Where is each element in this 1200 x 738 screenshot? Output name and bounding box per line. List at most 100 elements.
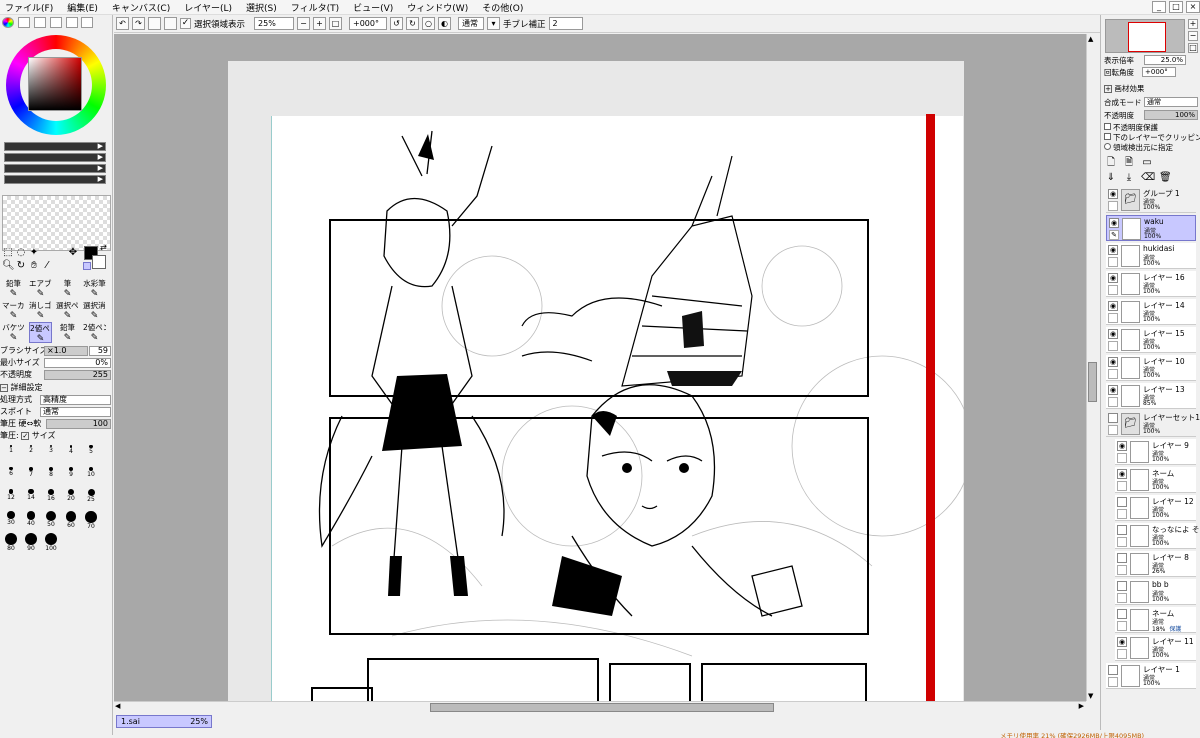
layer-lock-box[interactable]: [1108, 369, 1118, 379]
layer-option-row[interactable]: 下のレイヤーでクリッピング: [1104, 133, 1200, 143]
rotation-field[interactable]: +000°: [349, 17, 388, 30]
visibility-eye-icon[interactable]: ◉: [1117, 469, 1127, 479]
layer-row[interactable]: ◉ レイヤー 15 通常 100%: [1106, 327, 1196, 353]
layer-lock-box[interactable]: [1108, 341, 1118, 351]
layer-row[interactable]: ◉ レイヤー 10 通常 100%: [1106, 355, 1196, 381]
delete-layer-icon[interactable]: 🗑︎: [1159, 172, 1172, 184]
brush-size-preset[interactable]: 14: [22, 489, 40, 504]
brush-size-preset[interactable]: 12: [2, 489, 20, 504]
brush-active-icon[interactable]: ✎: [1109, 230, 1119, 240]
visibility-eye-icon[interactable]: [1108, 665, 1118, 675]
dropdown-icon[interactable]: ▾: [487, 17, 501, 30]
brush-size-preset[interactable]: 5: [82, 445, 100, 460]
deselect-icon[interactable]: [148, 17, 161, 30]
visibility-eye-icon[interactable]: [1117, 525, 1127, 535]
edge-select[interactable]: 通常: [40, 407, 111, 417]
brush-size-preset[interactable]: 16: [42, 489, 60, 504]
brush-tool[interactable]: 鉛筆 ✎: [56, 322, 79, 343]
brush-size-preset[interactable]: 90: [22, 533, 40, 552]
visibility-eye-icon[interactable]: [1117, 581, 1127, 591]
brush-size-preset[interactable]: 70: [82, 511, 100, 530]
menu-item[interactable]: ウィンドウ(W): [402, 1, 477, 14]
vertical-scroll-thumb[interactable]: [1088, 362, 1097, 402]
document-tab[interactable]: 1.sai 25%: [116, 715, 212, 728]
visibility-eye-icon[interactable]: [1117, 497, 1127, 507]
brush-size-preset[interactable]: 8: [42, 467, 60, 482]
brush-tool[interactable]: バケツ ✎: [2, 322, 25, 343]
brush-tool[interactable]: エアブラシ✎: [29, 278, 52, 299]
zoom-reset-icon[interactable]: □: [329, 17, 343, 30]
layer-row[interactable]: ◉ 📁︎ グループ 1 通常 100%: [1106, 187, 1196, 213]
menu-item[interactable]: その他(O): [477, 1, 532, 14]
layer-option-checkbox[interactable]: [1104, 123, 1111, 130]
layer-option-checkbox[interactable]: [1104, 143, 1111, 150]
layer-lock-box[interactable]: [1108, 397, 1118, 407]
layer-lock-box[interactable]: [1117, 565, 1127, 575]
layer-lock-box[interactable]: [1108, 285, 1118, 295]
nav-reset-icon[interactable]: □: [1188, 43, 1198, 53]
layer-row[interactable]: ◉ ネーム 通常 100%: [1115, 467, 1196, 493]
density-slider[interactable]: 255: [44, 370, 111, 380]
rotate-right-icon[interactable]: ↻: [406, 17, 420, 30]
swap-colors-icon[interactable]: ⇄: [100, 243, 107, 252]
brush-size-preset[interactable]: 10: [82, 467, 100, 482]
layer-row[interactable]: レイヤー 8 通常 26%: [1115, 551, 1196, 577]
brush-size-preset[interactable]: 40: [22, 511, 40, 527]
layer-lock-box[interactable]: [1117, 593, 1127, 603]
brush-size-preset[interactable]: 50: [42, 511, 60, 528]
horizontal-scroll-thumb[interactable]: [430, 703, 774, 712]
visibility-eye-icon[interactable]: [1108, 413, 1118, 423]
brush-size-value[interactable]: 59: [89, 346, 111, 356]
brush-size-preset[interactable]: 7: [22, 467, 40, 482]
layer-row[interactable]: ◉ レイヤー 9 通常 100%: [1115, 439, 1196, 465]
brush-tool[interactable]: 選択ペン✎: [56, 300, 79, 321]
menu-item[interactable]: 選択(S): [241, 1, 286, 14]
layer-lock-box[interactable]: [1108, 257, 1118, 267]
menu-item[interactable]: ファイル(F): [0, 1, 62, 14]
brush-tool[interactable]: 水彩筆 ✎: [83, 278, 106, 299]
layer-lock-box[interactable]: [1117, 649, 1127, 659]
brush-size-preset[interactable]: 60: [62, 511, 80, 529]
color-slider-2[interactable]: ▶: [4, 153, 106, 162]
zoom-out-icon[interactable]: −: [297, 17, 311, 30]
layer-lock-box[interactable]: [1108, 201, 1118, 211]
rotation-value[interactable]: +000°: [1142, 67, 1176, 77]
brush-size-preset[interactable]: 100: [42, 533, 60, 552]
visibility-eye-icon[interactable]: ◉: [1108, 245, 1118, 255]
layer-lock-box[interactable]: [1108, 313, 1118, 323]
visibility-eye-icon[interactable]: ◉: [1117, 441, 1127, 451]
visibility-eye-icon[interactable]: ◉: [1117, 637, 1127, 647]
nav-zoom-in-icon[interactable]: +: [1188, 19, 1198, 29]
visibility-eye-icon[interactable]: ◉: [1108, 301, 1118, 311]
clear-layer-icon[interactable]: ⌫: [1141, 172, 1155, 184]
brush-size-multiplier[interactable]: ×1.0: [44, 346, 88, 356]
secondary-color-swatch[interactable]: [92, 255, 106, 269]
brush-size-preset[interactable]: 4: [62, 445, 80, 460]
scroll-up-icon[interactable]: ▲: [1088, 35, 1093, 43]
manga-page[interactable]: [271, 116, 964, 701]
rect-select-icon[interactable]: ⬚: [2, 247, 14, 259]
brush-size-preset[interactable]: 20: [62, 489, 80, 504]
blend-mode-select[interactable]: 通常: [458, 17, 485, 30]
eyedropper-icon[interactable]: ⁄: [41, 260, 53, 272]
rotate-reset-icon[interactable]: ○: [422, 17, 436, 30]
layer-lock-box[interactable]: [1117, 621, 1127, 631]
navigator-preview[interactable]: [1105, 19, 1185, 53]
texture-row[interactable]: + 画材効果: [1104, 83, 1198, 94]
visibility-eye-icon[interactable]: ◉: [1108, 273, 1118, 283]
menu-item[interactable]: レイヤー(L): [179, 1, 241, 14]
zoom-in-icon[interactable]: +: [313, 17, 327, 30]
menu-item[interactable]: キャンバス(C): [107, 1, 179, 14]
layer-lock-box[interactable]: [1108, 425, 1118, 435]
color-slider-1[interactable]: ▶: [4, 142, 106, 151]
swatches-tab[interactable]: [49, 17, 62, 28]
rotate-icon[interactable]: ↻: [15, 260, 27, 272]
saturation-value-square[interactable]: [28, 57, 82, 111]
quality-select[interactable]: 高精度: [40, 395, 111, 405]
brush-size-preset[interactable]: 25: [82, 489, 100, 504]
layer-lock-box[interactable]: [1117, 481, 1127, 491]
brush-size-preset[interactable]: 80: [2, 533, 20, 552]
layer-lock-box[interactable]: [1117, 537, 1127, 547]
vertical-scrollbar[interactable]: ▲ ▼: [1086, 34, 1098, 701]
invert-selection-icon[interactable]: [164, 17, 177, 30]
